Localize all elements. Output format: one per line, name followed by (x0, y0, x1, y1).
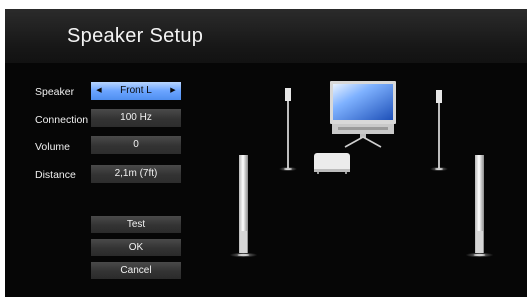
rear-right-speaker-icon[interactable] (465, 155, 494, 258)
front-right-speaker-icon[interactable] (430, 90, 448, 172)
tv-icon (330, 81, 396, 148)
speaker-diagram (229, 81, 494, 258)
subwoofer-icon[interactable] (314, 153, 350, 174)
speaker-setup-screen: Speaker Setup Speaker ◀ Front L ▶ Connec… (5, 9, 527, 297)
rear-left-speaker-icon[interactable] (229, 155, 258, 258)
front-left-speaker-icon[interactable] (279, 88, 297, 172)
